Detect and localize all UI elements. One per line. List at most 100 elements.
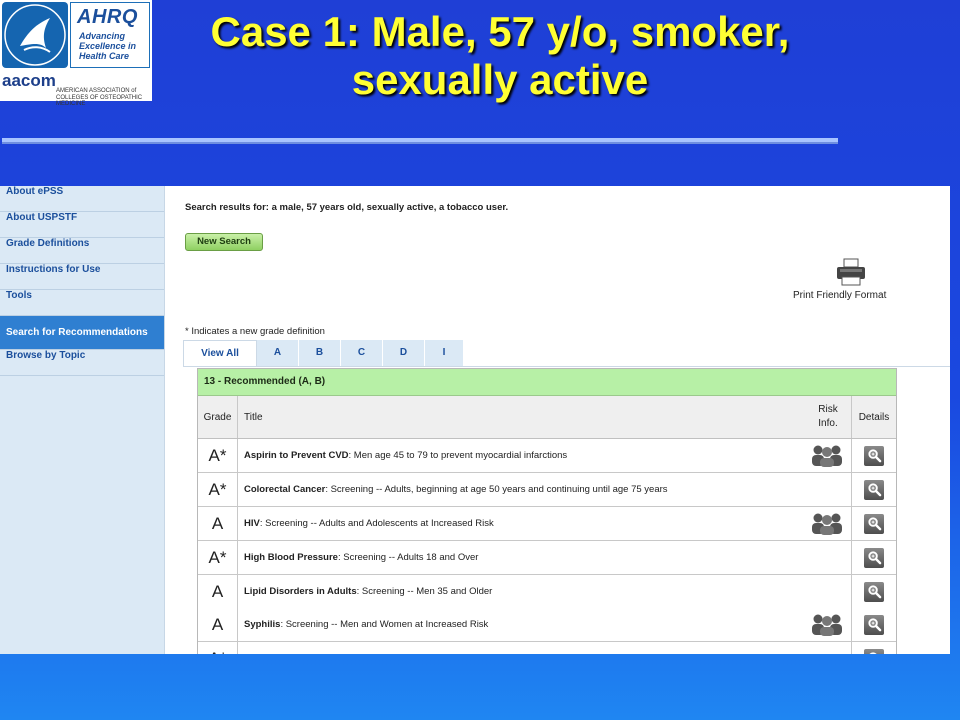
magnifier-icon[interactable] [864, 581, 884, 602]
magnifier-icon[interactable] [864, 479, 884, 500]
recommendation-description: : Men age 45 to 79 to prevent myocardial… [348, 450, 568, 461]
tab-grade-c[interactable]: C [341, 340, 383, 366]
recommendation-topic[interactable]: HIV [244, 518, 260, 529]
sidebar-item-about-epss[interactable]: About ePSS [0, 186, 164, 212]
title-column-header: Title Risk Info. [238, 396, 852, 438]
magnifier-icon[interactable] [864, 445, 884, 466]
sidebar-item-browse-topic[interactable]: Browse by Topic [0, 350, 164, 376]
grade-tabs: View All A B C D I [183, 340, 464, 366]
title-header-label: Title [244, 412, 263, 423]
aacom-logo-name: aacom [2, 71, 56, 90]
title-cell: HIV: Screening -- Adults and Adolescents… [238, 507, 852, 540]
recommendation-topic[interactable]: Lipid Disorders in Adults [244, 586, 357, 597]
details-column-header: Details [852, 396, 896, 438]
grade-cell: A [198, 575, 238, 608]
grade-value: A* [209, 649, 227, 655]
table-row: A* High Blood Pressure: Screening -- Adul… [198, 541, 896, 575]
grade-cell: A [198, 608, 238, 641]
details-cell [852, 473, 896, 506]
sidebar-item-instructions[interactable]: Instructions for Use [0, 264, 164, 290]
recommendation-description: : Screening -- Adults and Adolescents at… [259, 518, 494, 529]
title-cell: Aspirin to Prevent CVD: Men age 45 to 79… [238, 439, 852, 472]
tab-grade-a[interactable]: A [257, 340, 299, 366]
title-cell: High Blood Pressure: Screening -- Adults… [238, 541, 852, 574]
grade-cell: A* [198, 473, 238, 506]
sidebar-item-search-recommendations[interactable]: Search for Recommendations [0, 316, 164, 350]
magnifier-icon[interactable] [864, 513, 884, 534]
risk-info-header: Risk Info. [816, 403, 840, 431]
recommendation-topic[interactable]: Colorectal Cancer [244, 484, 325, 495]
logo-block: AHRQ Advancing Excellence in Health Care… [0, 0, 152, 107]
risk-info-icon[interactable] [810, 443, 844, 467]
grade-column-header: Grade [198, 396, 238, 438]
search-results-text: Search results for: a male, 57 years old… [185, 202, 509, 213]
recommendation-topic[interactable]: Tobacco Use [244, 653, 302, 654]
new-search-button[interactable]: New Search [185, 233, 263, 251]
details-header-label: Details [858, 411, 890, 423]
ahrq-tagline-3: Health Care [79, 51, 130, 61]
details-cell [852, 575, 896, 608]
recommendation-description: : Screening -- Adults 18 and Over [337, 552, 479, 563]
aacom-logo: aacom AMERICAN ASSOCIATION of COLLEGES O… [0, 70, 152, 107]
magnifier-icon[interactable] [864, 547, 884, 568]
ahrq-logo: AHRQ Advancing Excellence in Health Care [70, 2, 150, 68]
risk-header-line-2: Info. [818, 418, 838, 429]
sidebar: About ePSS About USPSTF Grade Definition… [0, 186, 165, 654]
recommendation-topic[interactable]: Aspirin to Prevent CVD [244, 450, 349, 461]
sidebar-item-tools[interactable]: Tools [0, 290, 164, 316]
epss-screenshot: About ePSS About USPSTF Grade Definition… [0, 186, 950, 654]
recommendation-description: : Screening -- Men and Women at Increase… [280, 619, 489, 630]
group-header: 13 - Recommended (A, B) [198, 369, 896, 396]
hhs-eagle-logo [2, 2, 68, 68]
title-cell: Lipid Disorders in Adults: Screening -- … [238, 575, 852, 608]
table-row: A* Tobacco Use: Counseling and Interventi… [198, 642, 896, 654]
printer-icon[interactable] [835, 258, 867, 286]
risk-header-line-1: Risk [818, 404, 838, 415]
grade-cell: A* [198, 541, 238, 574]
details-cell [852, 541, 896, 574]
tab-view-all[interactable]: View All [183, 340, 257, 366]
grade-value: A [211, 581, 224, 601]
ahrq-tagline-2: Excellence in [79, 41, 137, 51]
tab-grade-i[interactable]: I [425, 340, 464, 366]
magnifier-icon[interactable] [864, 648, 884, 654]
aacom-sub-2: COLLEGES OF OSTEOPATHIC MEDICINE [56, 94, 143, 108]
recommendation-topic[interactable]: High Blood Pressure [244, 552, 338, 563]
table-row: A HIV: Screening -- Adults and Adolescent… [198, 507, 896, 541]
recommendation-topic[interactable]: Syphilis [244, 619, 280, 630]
sidebar-item-grade-definitions[interactable]: Grade Definitions [0, 238, 164, 264]
recommendation-description: : Screening -- Men 35 and Older [356, 586, 493, 597]
slide-title-line-1: Case 1: Male, 57 y/o, smoker, [210, 8, 790, 55]
risk-info-icon[interactable] [810, 612, 844, 636]
main-content: Search results for: a male, 57 years old… [165, 186, 950, 654]
slide-title: Case 1: Male, 57 y/o, smoker, sexually a… [150, 8, 850, 104]
grade-value: A* [208, 445, 227, 465]
grade-definition-note: * Indicates a new grade definition [185, 326, 325, 337]
details-cell [852, 608, 896, 641]
slide-title-line-2: sexually active [351, 56, 649, 103]
recommendations-table: 13 - Recommended (A, B) Grade Title Risk… [197, 368, 897, 654]
table-row: A Syphilis: Screening -- Men and Women at… [198, 608, 896, 642]
sidebar-item-about-uspstf[interactable]: About USPSTF [0, 212, 164, 238]
details-cell [852, 507, 896, 540]
ahrq-logo-name: AHRQ [77, 6, 138, 28]
tab-grade-d[interactable]: D [383, 340, 425, 366]
grade-value: A [211, 513, 224, 533]
tab-grade-b[interactable]: B [299, 340, 341, 366]
title-cell: Tobacco Use: Counseling and Intervention… [238, 642, 852, 654]
ahrq-tagline: Advancing Excellence in Health Care [79, 31, 136, 61]
grade-value: A [211, 614, 224, 634]
title-cell: Colorectal Cancer: Screening -- Adults, … [238, 473, 852, 506]
recommendation-description: : Counseling and Interventions for Adult… [302, 653, 473, 654]
grade-cell: A* [198, 439, 238, 472]
table-row: A Lipid Disorders in Adults: Screening --… [198, 575, 896, 608]
grade-header-label: Grade [203, 411, 232, 423]
aacom-logo-subtitle: AMERICAN ASSOCIATION of COLLEGES OF OSTE… [56, 88, 152, 108]
title-cell: Syphilis: Screening -- Men and Women at … [238, 608, 852, 641]
ahrq-tagline-1: Advancing [79, 31, 126, 41]
risk-info-icon[interactable] [810, 511, 844, 535]
tab-underline [183, 366, 950, 367]
table-header-row: Grade Title Risk Info. Details [198, 396, 896, 439]
magnifier-icon[interactable] [864, 614, 884, 635]
print-friendly-link[interactable]: Print Friendly Format [793, 290, 886, 301]
